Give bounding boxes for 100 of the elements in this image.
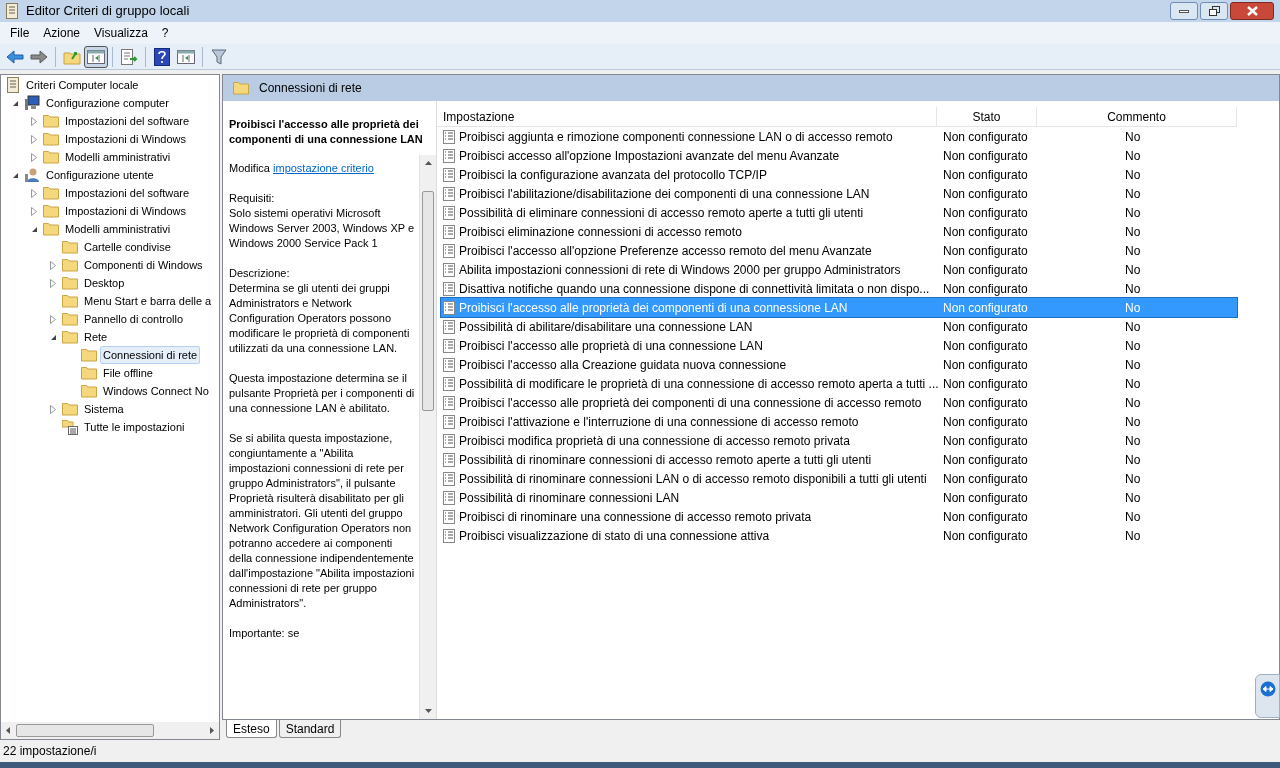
remote-support-button[interactable] — [1255, 674, 1280, 718]
scroll-left-arrow-icon[interactable] — [6, 727, 10, 734]
setting-icon — [443, 186, 455, 201]
horizontal-scrollbar[interactable] — [1, 722, 219, 739]
setting-row[interactable]: Possibilità di eliminare connessioni di accesso remoto aperte a tutti gli utenti Non configurato No — [441, 203, 1237, 222]
tree-item[interactable]: Componenti di Windows — [81, 256, 206, 274]
tree-item[interactable]: Modelli amministrativi — [62, 220, 174, 238]
expand-arrow-icon[interactable] — [31, 134, 37, 144]
tree-item[interactable]: Menu Start e barra delle a — [81, 292, 215, 310]
setting-row[interactable]: Proibisci l'abilitazione/disabilitazione dei componenti di una connessione LAN Non configurato No — [441, 184, 1237, 203]
setting-name: Proibisci l'accesso alle proprietà di una connessione LAN — [459, 337, 763, 355]
tree-item[interactable]: Tutte le impostazioni — [81, 418, 188, 436]
tree-item[interactable]: Configurazione utente — [43, 166, 157, 184]
folder-icon — [43, 222, 59, 236]
scrollbar[interactable] — [419, 155, 436, 719]
minimize-button[interactable] — [1170, 2, 1198, 20]
setting-row[interactable]: Possibilità di abilitare/disabilitare una connessione LAN Non configurato No — [441, 317, 1237, 336]
setting-row[interactable]: Proibisci visualizzazione di stato di una connessione attiva Non configurato No — [441, 526, 1237, 545]
setting-comment: No — [1124, 261, 1142, 279]
tree-item[interactable]: Configurazione computer — [43, 94, 172, 112]
menu-item[interactable]: Azione — [36, 24, 88, 42]
tree-item[interactable]: Windows Connect No — [100, 382, 212, 400]
view-tab[interactable]: Standard — [278, 720, 342, 738]
tree-item[interactable]: Modelli amministrativi — [62, 148, 174, 166]
tree-item[interactable]: Impostazioni del software — [62, 184, 193, 202]
setting-name: Possibilità di rinominare connessioni LAN o di accesso remoto disponibili a tutti gli utenti — [459, 470, 927, 488]
setting-row[interactable]: Proibisci l'accesso alle proprietà dei componenti di una connessione di accesso remoto Non configurato No — [441, 393, 1237, 412]
show-hide-pane-button[interactable] — [84, 45, 108, 68]
tree-item[interactable]: Criteri Computer locale — [23, 76, 142, 94]
column-header[interactable]: Impostazione — [437, 107, 937, 126]
setting-icon — [443, 490, 455, 505]
tree-item[interactable]: Pannello di controllo — [81, 310, 187, 328]
tree-item[interactable]: Impostazioni di Windows — [62, 202, 190, 220]
expand-arrow-icon[interactable] — [31, 152, 37, 162]
tree-item[interactable]: Impostazioni del software — [62, 112, 193, 130]
setting-comment: No — [1124, 527, 1142, 545]
setting-row[interactable]: Proibisci aggiunta e rimozione componenti connessione LAN o di accesso remoto Non configurato No — [441, 127, 1237, 146]
folder-icon — [62, 240, 78, 254]
setting-row[interactable]: Proibisci eliminazione connessioni di accesso remoto Non configurato No — [441, 222, 1237, 241]
scrollbar-thumb[interactable] — [422, 191, 434, 411]
setting-comment: No — [1124, 204, 1142, 222]
setting-row[interactable]: Proibisci l'attivazione e l'interruzione di una connessione di accesso remoto Non configurato No — [441, 412, 1237, 431]
expand-arrow-icon[interactable] — [31, 188, 37, 198]
collapse-arrow-icon[interactable] — [11, 99, 19, 107]
scroll-down-arrow-icon[interactable] — [424, 709, 432, 713]
setting-icon — [443, 509, 455, 524]
restore-button[interactable] — [1200, 2, 1228, 20]
column-header[interactable]: Stato — [937, 107, 1037, 126]
collapse-arrow-icon[interactable] — [30, 225, 38, 233]
menu-item[interactable]: File — [3, 24, 37, 42]
setting-row[interactable]: Proibisci accesso all'opzione Impostazioni avanzate del menu Avanzate Non configurato No — [441, 146, 1237, 165]
expand-arrow-icon[interactable] — [31, 116, 37, 126]
tree-item[interactable]: Cartelle condivise — [81, 238, 174, 256]
tree-item[interactable]: Impostazioni di Windows — [62, 130, 190, 148]
tree-item[interactable]: Connessioni di rete — [100, 346, 201, 364]
setting-row[interactable]: Possibilità di rinominare connessioni LAN o di accesso remoto disponibili a tutti gli utenti Non configurato No — [441, 469, 1237, 488]
scroll-up-arrow-icon[interactable] — [424, 161, 432, 165]
setting-row[interactable]: Abilita impostazioni connessioni di rete di Windows 2000 per gruppo Administrators Non configurato No — [441, 260, 1237, 279]
setting-row[interactable]: Proibisci l'accesso alle proprietà di una connessione LAN Non configurato No — [441, 336, 1237, 355]
tree-item[interactable]: Rete — [81, 328, 111, 346]
setting-comment: No — [1124, 508, 1142, 526]
setting-state: Non configurato — [942, 185, 1029, 203]
scroll-right-arrow-icon[interactable] — [210, 727, 214, 734]
menu-item[interactable]: Visualizza — [87, 24, 155, 42]
scrollbar-thumb[interactable] — [16, 724, 154, 737]
expand-arrow-icon[interactable] — [50, 260, 56, 270]
expand-arrow-icon[interactable] — [50, 278, 56, 288]
setting-name: Proibisci modifica proprietà di una connessione di accesso remoto privata — [459, 432, 850, 450]
close-button[interactable] — [1230, 2, 1274, 20]
setting-row[interactable]: Possibilità di modificare le proprietà di una connessione di accesso remoto aperta a tutti ... Non configurato No — [441, 374, 1237, 393]
view-tab[interactable]: Esteso — [226, 720, 277, 738]
folder-icon — [81, 366, 97, 380]
setting-name: Proibisci eliminazione connessioni di accesso remoto — [459, 223, 742, 241]
setting-row[interactable]: Proibisci di rinominare una connessione di accesso remoto privata Non configurato No — [441, 507, 1237, 526]
setting-row[interactable]: Disattiva notifiche quando una connessione dispone di connettività limitata o non dispo... Non configurato No — [441, 279, 1237, 298]
setting-name: Possibilità di modificare le proprietà di una connessione di accesso remoto aperta a tutti ... — [459, 375, 939, 393]
setting-name: Proibisci visualizzazione di stato di una connessione attiva — [459, 527, 770, 545]
edit-policy-link[interactable]: impostazione criterio — [273, 162, 374, 174]
setting-row[interactable]: Proibisci l'accesso all'opzione Preferenze accesso remoto del menu Avanzate Non configurato No — [441, 241, 1237, 260]
tree-item[interactable]: Sistema — [81, 400, 127, 418]
setting-name: Proibisci l'abilitazione/disabilitazione dei componenti di una connessione LAN — [459, 185, 870, 203]
menu-item[interactable]: ? — [154, 24, 176, 42]
setting-row[interactable]: Proibisci modifica proprietà di una connessione di accesso remoto privata Non configurato No — [441, 431, 1237, 450]
collapse-arrow-icon[interactable] — [11, 171, 19, 179]
setting-row[interactable]: Proibisci l'accesso alla Creazione guidata nuova connessione Non configurato No — [441, 355, 1237, 374]
expand-arrow-icon[interactable] — [50, 314, 56, 324]
tree-item[interactable]: Desktop — [81, 274, 128, 292]
description-text: Questa impostazione determina se il pulsante Proprietà per i componenti di una connessione LAN è abilitato. — [229, 371, 416, 416]
expand-arrow-icon[interactable] — [31, 206, 37, 216]
restore-icon — [1208, 6, 1220, 16]
expand-arrow-icon[interactable] — [50, 404, 56, 414]
setting-state: Non configurato — [942, 375, 1029, 393]
column-header[interactable]: Commento — [1037, 107, 1237, 126]
setting-row[interactable]: Proibisci la configurazione avanzata del protocollo TCP/IP Non configurato No — [441, 165, 1237, 184]
setting-row[interactable]: Possibilità di rinominare connessioni LAN Non configurato No — [441, 488, 1237, 507]
scroll-icon — [6, 77, 20, 93]
tree-item[interactable]: File offline — [100, 364, 156, 382]
setting-state: Non configurato — [942, 204, 1029, 222]
collapse-arrow-icon[interactable] — [49, 333, 57, 341]
setting-row[interactable]: Possibilità di rinominare connessioni di accesso remoto aperte a tutti gli utenti Non configurato No — [441, 450, 1237, 469]
